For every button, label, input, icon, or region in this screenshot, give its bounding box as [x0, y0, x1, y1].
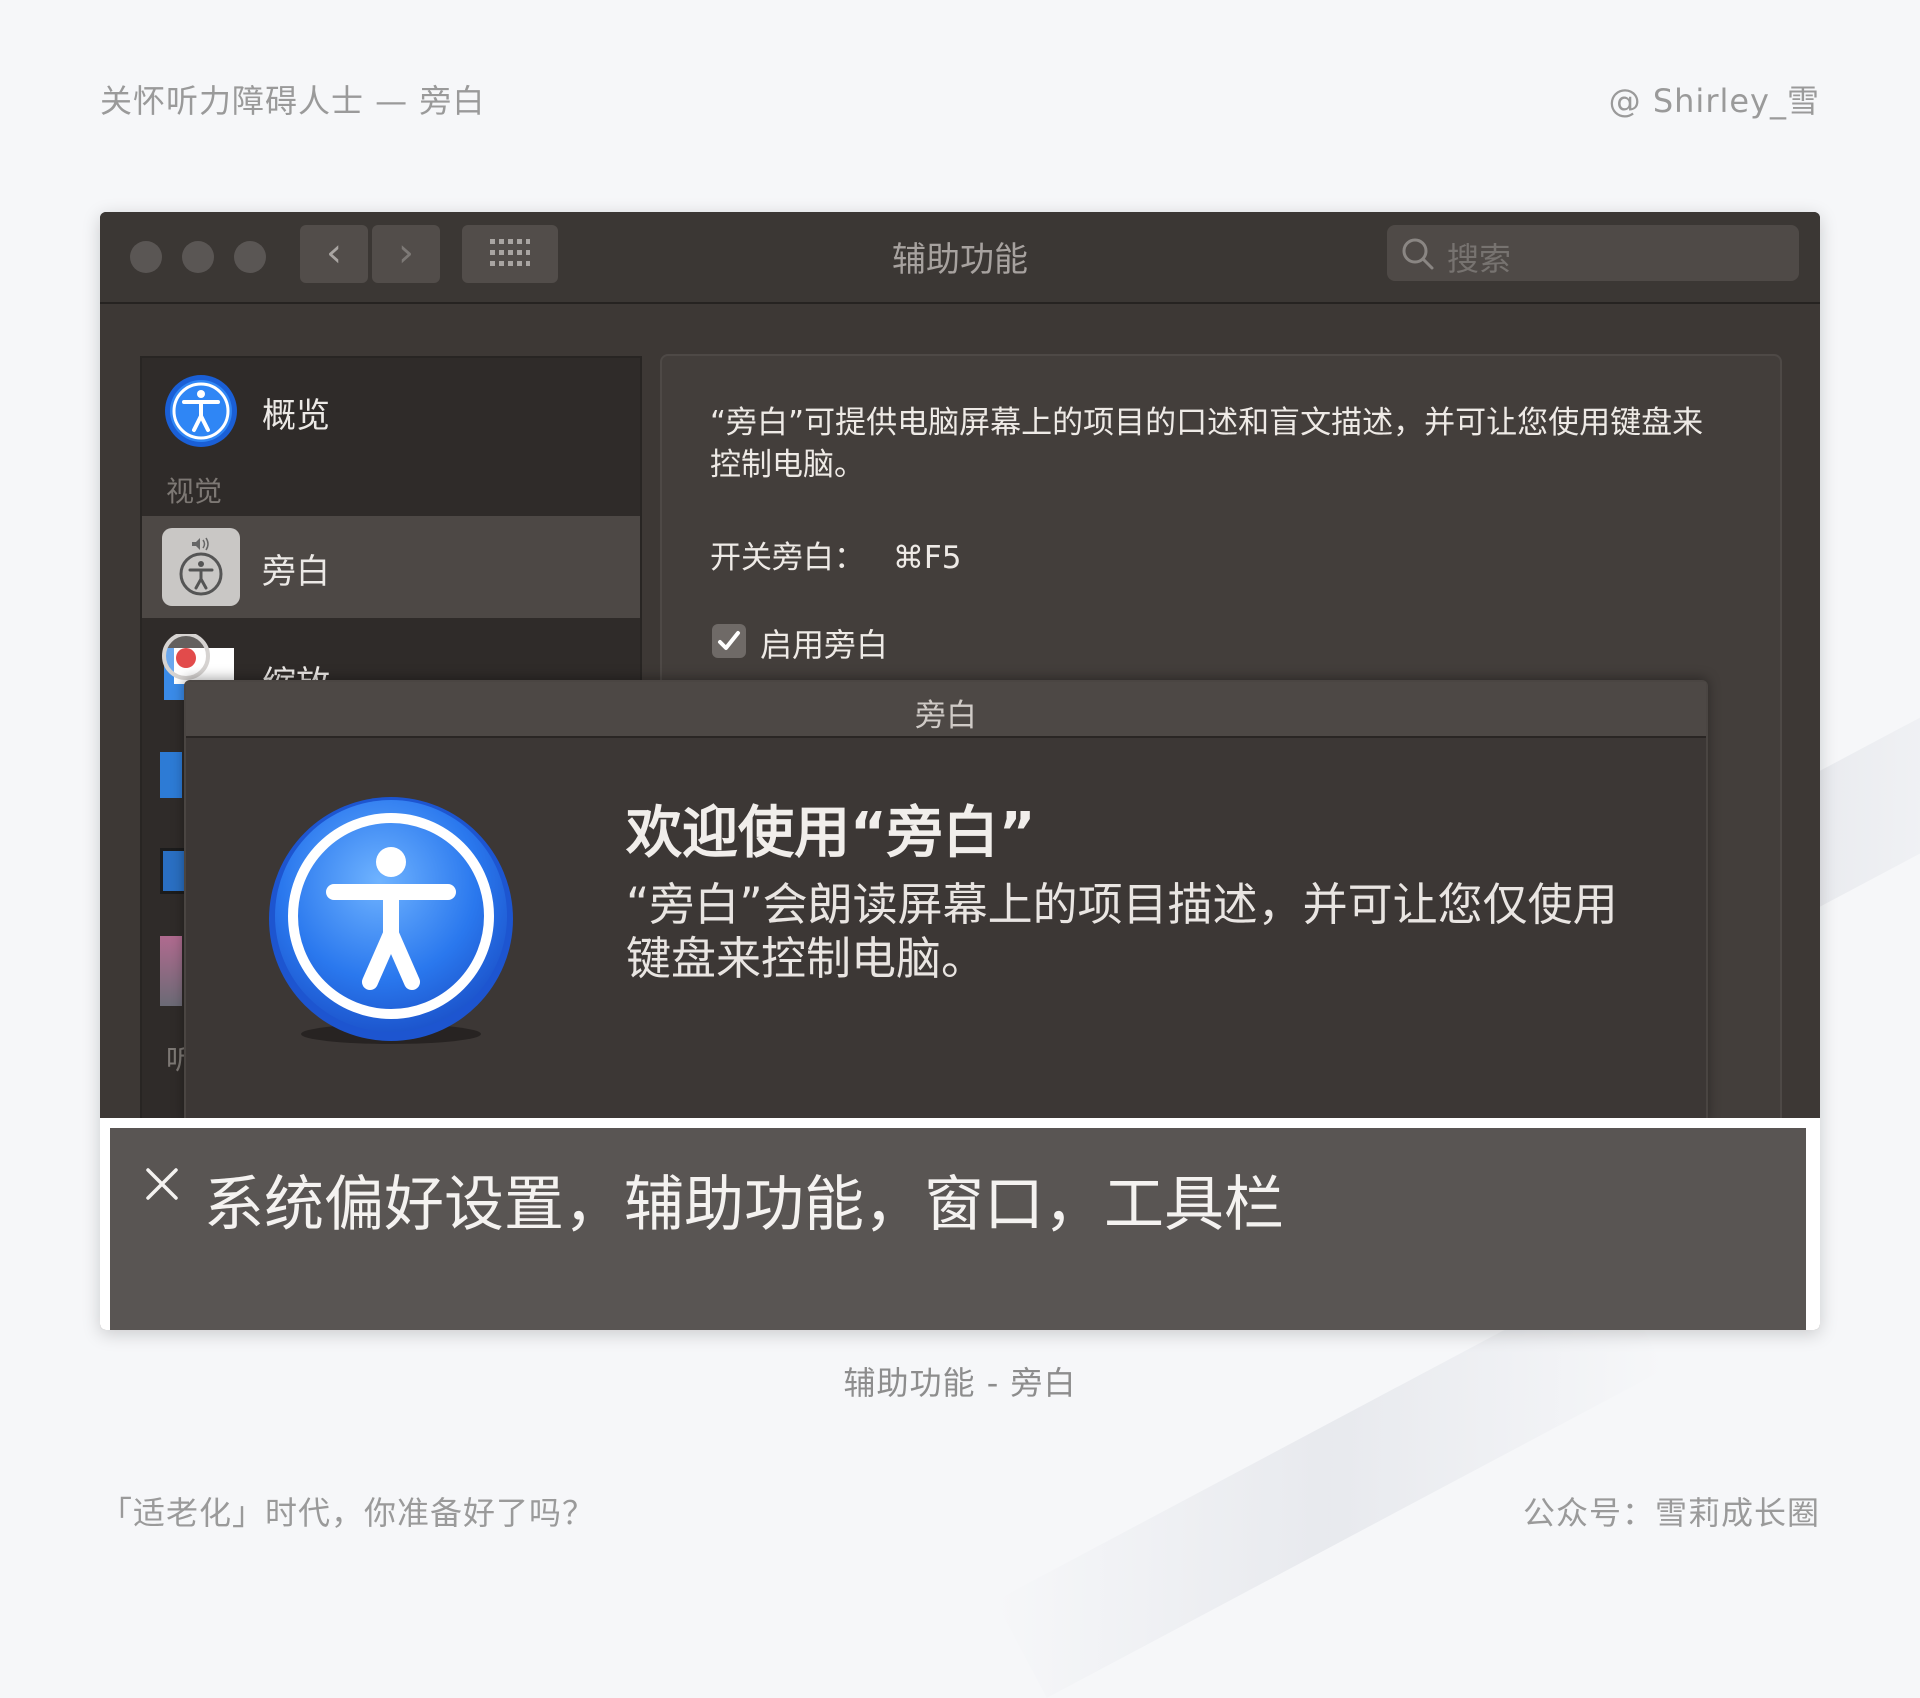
sidebar-item-icon-partial [160, 936, 182, 1006]
shortcut-label: 开关旁白： [710, 540, 865, 576]
enable-voiceover-label: 启用旁白 [760, 626, 889, 664]
search-input[interactable]: 搜索 [1387, 225, 1799, 281]
dialog-heading: 欢迎使用“旁白” [626, 801, 1036, 866]
voiceover-caption-panel: 系统偏好设置，辅助功能，窗口，工具栏 [100, 1118, 1820, 1330]
enable-voiceover-checkbox[interactable] [712, 624, 746, 658]
accessibility-icon [269, 797, 513, 1044]
caption-panel-inner: 系统偏好设置，辅助功能，窗口，工具栏 [110, 1128, 1806, 1330]
voiceover-welcome-dialog: 旁白 欢迎使用“旁白” “旁白”会朗读屏幕上的项目描述，并可让您仅使用键盘来控制… [184, 680, 1708, 1124]
caption-text: 系统偏好设置，辅助功能，窗口，工具栏 [204, 1170, 1284, 1240]
voiceover-description: “旁白”可提供电脑屏幕上的项目的口述和盲文描述，并可让您使用键盘来控制电脑。 [710, 405, 1704, 483]
sidebar-item-label: 旁白 [262, 552, 330, 592]
shortcut-key: ⌘F5 [892, 540, 962, 576]
checkmark-icon [718, 631, 740, 650]
page-header-title: 关怀听力障碍人士 — 旁白 [100, 82, 486, 120]
voiceover-icon [162, 528, 240, 606]
sidebar-item-overview[interactable]: 概览 [142, 358, 640, 466]
figure-caption: 辅助功能 - 旁白 [843, 1364, 1077, 1402]
voiceover-shortcut: 开关旁白： ⌘F5 [710, 532, 961, 577]
background-streak [995, 1272, 1665, 1698]
close-icon[interactable] [142, 1164, 182, 1204]
accessibility-icon [165, 375, 237, 447]
dialog-title: 旁白 [915, 698, 977, 734]
sidebar-item-icon-partial [160, 752, 182, 798]
dialog-body: “旁白”会朗读屏幕上的项目描述，并可让您仅使用键盘来控制电脑。 [626, 878, 1618, 985]
accessibility-window: ‹ › 辅助功能 搜索 概览 视觉 旁白 听 “旁白”可提供电脑屏幕上的项目的口… [100, 212, 1820, 1330]
sidebar-section-vision: 视觉 [166, 475, 223, 508]
search-icon [1402, 238, 1434, 270]
author-handle: @ Shirley_雪 [1608, 82, 1820, 120]
dialog-titlebar: 旁白 [186, 682, 1706, 738]
sidebar-item-label: 概览 [262, 396, 330, 436]
window-titlebar: ‹ › 辅助功能 搜索 [100, 212, 1820, 304]
search-placeholder: 搜索 [1447, 240, 1512, 278]
footer-slogan: 「适老化」时代，你准备好了吗？ [100, 1494, 596, 1532]
sidebar-item-voiceover[interactable]: 旁白 [142, 516, 640, 618]
footer-account: 公众号：雪莉成长圈 [1522, 1494, 1820, 1532]
